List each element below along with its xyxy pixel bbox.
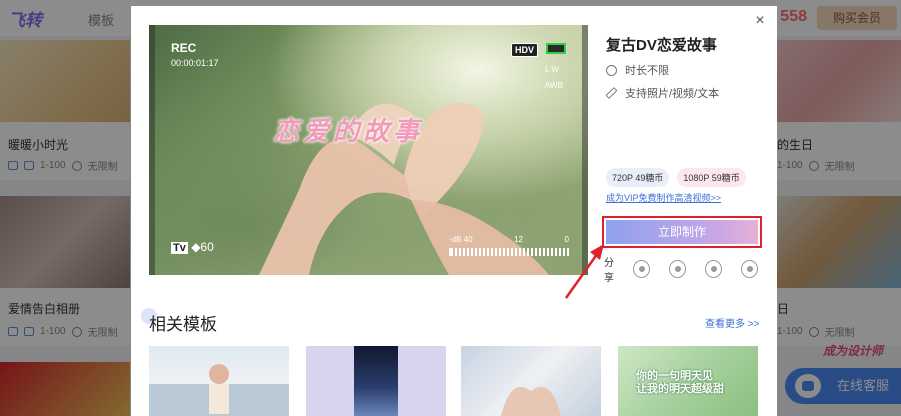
- battery-icon: [546, 43, 566, 54]
- tv-indicator: Tv ◆60: [171, 240, 214, 254]
- tv-value: 60: [200, 240, 214, 254]
- duration-text: 时长不限: [625, 65, 669, 77]
- related-caption: 你的一句明天见 让我的明天超级甜: [636, 370, 724, 395]
- price-1080p-badge[interactable]: 1080P 59糖币: [677, 168, 746, 187]
- qzone-icon[interactable]: [668, 260, 686, 278]
- meter-label: 12: [514, 235, 524, 244]
- related-template-card[interactable]: [149, 346, 289, 416]
- template-title: 复古DV恋爱故事: [606, 37, 717, 54]
- meter-label: -dB 40: [449, 235, 473, 244]
- meter-bars: [449, 248, 569, 256]
- duration-row: 时长不限: [606, 62, 669, 78]
- link-icon[interactable]: [740, 260, 758, 278]
- make-now-button[interactable]: 立即制作: [602, 216, 762, 248]
- close-button[interactable]: ×: [751, 12, 769, 30]
- template-detail-modal: × 恋爱的故事 REC 00:00:01:17 HDV L W AWB Tv ◆…: [131, 6, 777, 416]
- related-template-card[interactable]: [306, 346, 446, 416]
- related-thumbnail: [354, 346, 398, 416]
- share-label: 分享: [604, 258, 614, 284]
- clock-icon: [606, 64, 617, 76]
- price-badges: 720P 49糖币 1080P 59糖币: [606, 168, 746, 187]
- awb-label: AWB: [545, 81, 563, 90]
- related-template-card[interactable]: [461, 346, 601, 416]
- pen-icon: [605, 86, 618, 100]
- meter-label: 0: [564, 235, 569, 244]
- white-balance-label: L W: [545, 65, 559, 74]
- related-thumbnail: [501, 386, 561, 416]
- price-720p-badge[interactable]: 720P 49糖币: [606, 168, 670, 187]
- view-more-link[interactable]: 查看更多 >>: [705, 315, 759, 330]
- weibo-icon[interactable]: [704, 260, 722, 278]
- timecode: 00:00:01:17: [171, 58, 219, 68]
- related-thumbnail: [149, 364, 289, 416]
- supports-row: 支持照片/视频/文本: [605, 85, 720, 101]
- share-row: 分享: [604, 254, 777, 284]
- rec-indicator: REC: [171, 41, 197, 55]
- audio-meter: -dB 40 12 0: [449, 235, 569, 256]
- related-templates-title: 相关模板: [149, 315, 217, 334]
- sina-icon[interactable]: [632, 260, 650, 278]
- overlay-title-text: 恋爱的故事: [273, 116, 424, 146]
- hdv-badge: HDV: [511, 43, 539, 57]
- make-now-label: 立即制作: [606, 220, 758, 244]
- related-template-card[interactable]: 你的一句明天见 让我的明天超级甜: [618, 346, 758, 416]
- template-preview-video[interactable]: 恋爱的故事 REC 00:00:01:17 HDV L W AWB Tv ◆60…: [149, 25, 588, 275]
- vip-hd-link[interactable]: 成为VIP免费制作高清视频>>: [606, 191, 721, 204]
- supports-text: 支持照片/视频/文本: [625, 88, 720, 100]
- tv-label: Tv: [171, 242, 188, 254]
